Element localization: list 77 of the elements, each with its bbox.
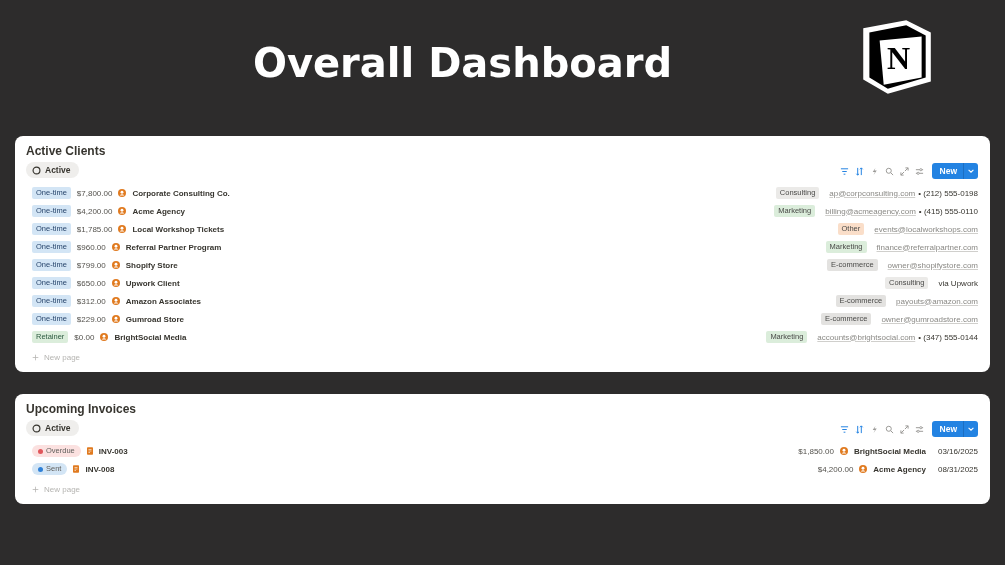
- phone-number: • (347) 555-0144: [918, 332, 978, 342]
- person-icon: [111, 297, 120, 305]
- search-icon[interactable]: [884, 424, 894, 434]
- person-icon: [111, 315, 120, 323]
- person-icon: [118, 207, 127, 215]
- person-icon: [111, 261, 120, 269]
- new-button[interactable]: New: [931, 421, 963, 437]
- filter-icon[interactable]: [839, 424, 849, 434]
- search-icon[interactable]: [884, 166, 894, 176]
- expand-icon[interactable]: [899, 166, 909, 176]
- amount: $1,785.00: [76, 224, 113, 234]
- email-link[interactable]: owner@shopifystore.com: [887, 260, 978, 270]
- person-icon: [859, 465, 868, 473]
- amount: $1,850.00: [798, 446, 834, 456]
- client-name[interactable]: Shopify Store: [125, 260, 178, 270]
- amount: $312.00: [76, 296, 106, 306]
- settings-icon[interactable]: [914, 166, 924, 176]
- client-name[interactable]: Upwork Client: [125, 278, 180, 288]
- client-name[interactable]: BrightSocial Media: [114, 332, 187, 342]
- document-icon: [86, 447, 93, 455]
- phone-number: • (212) 555-0198: [918, 188, 978, 198]
- new-button[interactable]: New: [931, 163, 963, 179]
- database-title: Active Clients: [26, 144, 107, 158]
- plus-icon: [32, 353, 39, 361]
- amount: $4,200.00: [76, 206, 113, 216]
- amount: $799.00: [76, 260, 106, 270]
- new-menu-button[interactable]: [963, 163, 978, 179]
- contact-note: via Upwork: [938, 278, 978, 288]
- client-name[interactable]: Acme Agency: [132, 206, 186, 216]
- settings-icon[interactable]: [914, 424, 924, 434]
- amount: $7,800.00: [76, 188, 113, 198]
- client-name[interactable]: Acme Agency: [873, 464, 926, 474]
- logo-letter: N: [887, 42, 911, 74]
- circle-icon: [32, 423, 41, 433]
- email-link[interactable]: events@localworkshops.com: [874, 224, 978, 234]
- person-icon: [118, 189, 127, 197]
- person-icon: [111, 243, 120, 251]
- email-link[interactable]: finance@referralpartner.com: [876, 242, 978, 252]
- amount: $650.00: [76, 278, 106, 288]
- invoice-number[interactable]: INV-003: [98, 446, 128, 456]
- due-date: 03/16/2025: [937, 446, 978, 456]
- page-heading: Overall Dashboard: [252, 40, 673, 88]
- sort-icon[interactable]: [854, 166, 864, 176]
- database-title: Upcoming Invoices: [26, 402, 138, 416]
- email-link[interactable]: ap@corpconsulting.com: [829, 188, 916, 198]
- client-name[interactable]: Corporate Consulting Co.: [132, 188, 230, 198]
- amount: $0.00: [74, 332, 95, 342]
- client-name[interactable]: Amazon Associates: [125, 296, 202, 306]
- caret-icon: [967, 167, 975, 175]
- new-menu-button[interactable]: [963, 421, 978, 437]
- invoice-number[interactable]: INV-008: [85, 464, 115, 474]
- person-icon: [111, 279, 120, 287]
- caret-icon: [967, 425, 975, 433]
- email-link[interactable]: owner@gumroadstore.com: [881, 314, 978, 324]
- person-icon: [118, 225, 127, 233]
- filter-icon[interactable]: [839, 166, 849, 176]
- email-link[interactable]: accounts@brightsocial.com: [817, 332, 916, 342]
- document-icon: [73, 465, 80, 473]
- amount: $960.00: [76, 242, 106, 252]
- person-icon: [839, 447, 848, 455]
- amount: $4,200.00: [817, 464, 854, 474]
- client-name[interactable]: BrightSocial Media: [853, 446, 926, 456]
- amount: $229.00: [76, 314, 106, 324]
- view-tab[interactable]: Active: [26, 162, 79, 178]
- expand-icon[interactable]: [899, 424, 909, 434]
- due-date: 08/31/2025: [937, 464, 978, 474]
- client-name[interactable]: Gumroad Store: [125, 314, 184, 324]
- sort-icon[interactable]: [854, 424, 864, 434]
- client-name[interactable]: Local Workshop Tickets: [132, 224, 225, 234]
- phone-number: • (415) 555-0110: [918, 206, 978, 216]
- email-link[interactable]: billing@acmeagency.com: [825, 206, 916, 216]
- email-link[interactable]: payouts@amazon.com: [896, 296, 978, 306]
- client-name[interactable]: Referral Partner Program: [125, 242, 222, 252]
- person-icon: [100, 333, 109, 341]
- circle-icon: [32, 165, 41, 175]
- plus-icon: [32, 485, 39, 493]
- view-tab[interactable]: Active: [26, 420, 79, 436]
